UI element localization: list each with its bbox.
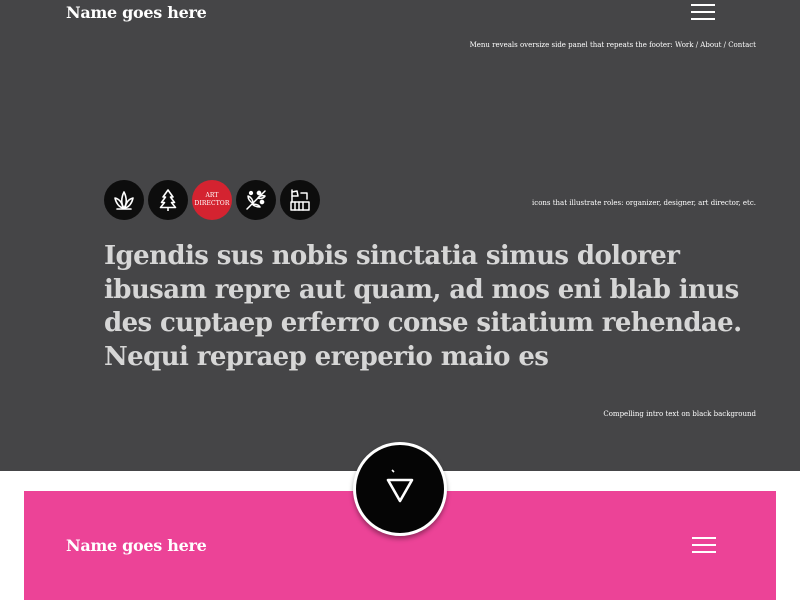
badge-line-1: ART bbox=[205, 192, 219, 199]
site-name[interactable]: Name goes here bbox=[66, 3, 207, 22]
intro-text: Igendis sus nobis sinctatia simus dolore… bbox=[104, 241, 742, 372]
footer-site-name[interactable]: Name goes here bbox=[66, 536, 207, 555]
footer-hamburger-menu-icon[interactable] bbox=[692, 536, 716, 554]
art-director-badge: ART DIRECTOR bbox=[192, 180, 232, 220]
olive-branch-icon bbox=[236, 180, 276, 220]
pine-tree-icon bbox=[148, 180, 188, 220]
leaf-sprout-icon bbox=[104, 180, 144, 220]
roles-annotation: icons that illustrate roles: organizer, … bbox=[532, 199, 756, 207]
hamburger-menu-icon[interactable] bbox=[691, 3, 715, 21]
badge-line-2: DIRECTOR bbox=[194, 200, 230, 207]
menu-annotation: Menu reveals oversize side panel that re… bbox=[469, 41, 756, 49]
intro-annotation: Compelling intro text on black backgroun… bbox=[603, 410, 756, 418]
hero-section: Name goes here Menu reveals oversize sid… bbox=[0, 0, 800, 471]
axe-stump-icon bbox=[280, 180, 320, 220]
down-triangle-logo-icon[interactable] bbox=[353, 442, 447, 536]
role-icons: ART DIRECTOR bbox=[104, 180, 320, 220]
